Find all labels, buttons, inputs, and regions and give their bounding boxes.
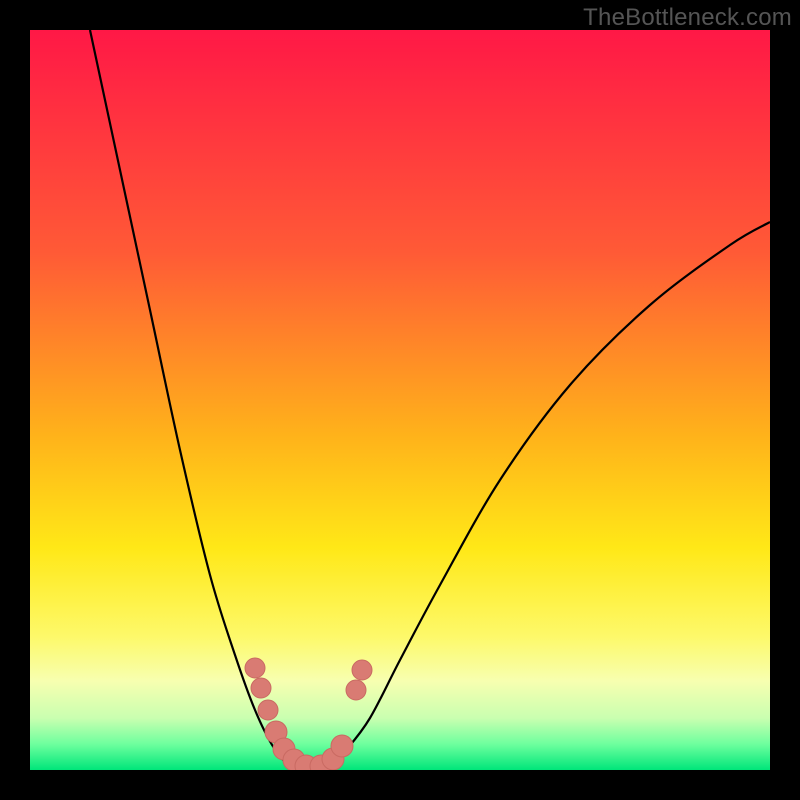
valley-marker: [346, 680, 366, 700]
plot-area: [30, 30, 770, 770]
chart-svg: [30, 30, 770, 770]
chart-frame: TheBottleneck.com: [0, 0, 800, 800]
valley-marker: [251, 678, 271, 698]
valley-marker: [258, 700, 278, 720]
valley-marker: [245, 658, 265, 678]
watermark-text: TheBottleneck.com: [583, 4, 792, 32]
valley-marker: [331, 735, 353, 757]
valley-marker: [352, 660, 372, 680]
